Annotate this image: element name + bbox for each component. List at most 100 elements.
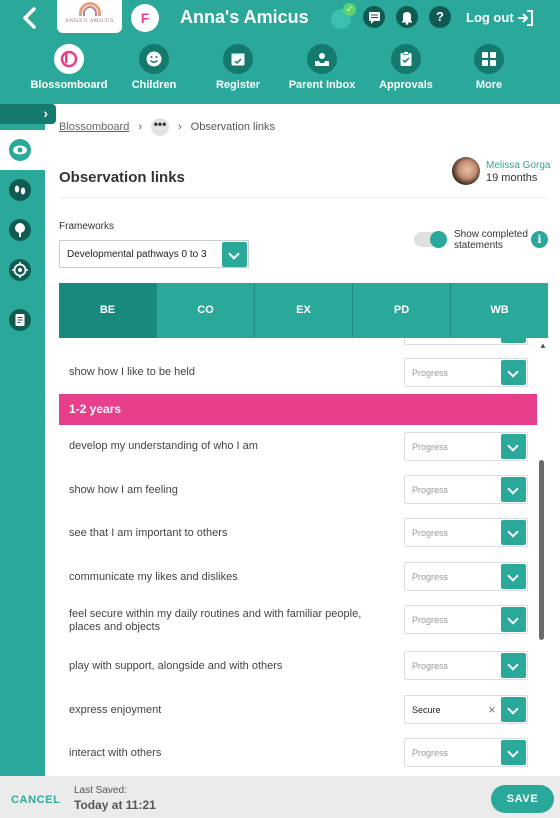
side-item-milestones[interactable]	[0, 170, 45, 210]
breadcrumb-separator: ›	[138, 121, 142, 133]
footprints-icon	[9, 179, 31, 201]
progress-select[interactable]: Progress	[404, 651, 528, 680]
side-item-observation[interactable]	[0, 130, 45, 170]
progress-select[interactable]: Secure ×	[404, 695, 528, 724]
side-item-documents[interactable]	[0, 300, 45, 340]
breadcrumb: Blossomboard › ••• › Observation links	[59, 118, 275, 136]
progress-select[interactable]: Progress	[404, 475, 528, 504]
clipboard-check-icon	[391, 44, 421, 74]
tree-icon	[9, 219, 31, 241]
scrollbar-thumb[interactable]	[539, 460, 544, 640]
show-completed-toggle[interactable]	[414, 231, 447, 248]
statement-text: develop my understanding of who I am	[69, 440, 258, 452]
chevron-down-icon[interactable]	[501, 477, 526, 502]
chevron-down-icon[interactable]	[501, 697, 526, 722]
statement-text: express enjoyment	[69, 704, 162, 716]
eye-icon	[9, 139, 31, 161]
breadcrumb-separator: ›	[178, 121, 182, 133]
inbox-icon	[307, 44, 337, 74]
clear-selection-icon[interactable]: ×	[488, 702, 496, 717]
nav-item-blossomboard[interactable]: Blossomboard	[29, 36, 109, 104]
statement-text: see that I am important to others	[69, 527, 228, 539]
help-icon[interactable]: ?	[429, 6, 451, 28]
side-item-targets[interactable]	[0, 250, 45, 290]
statement-text: feel secure within my daily routines and…	[69, 608, 362, 633]
progress-select[interactable]: Progress	[404, 605, 528, 634]
statement-text: show how I like to be held	[69, 366, 195, 378]
breadcrumb-more-button[interactable]: •••	[151, 118, 169, 136]
scroll-up-icon[interactable]: ▲	[539, 341, 547, 350]
nursery-logo[interactable]: ANNA'S AMICUS	[57, 0, 122, 33]
progress-select[interactable]	[404, 338, 528, 345]
progress-value: Progress	[412, 572, 449, 582]
breadcrumb-current: Observation links	[190, 121, 276, 133]
progress-value: Progress	[412, 661, 449, 671]
top-bar: ANNA'S AMICUS F Anna's Amicus ✓ ? Log ou…	[0, 0, 560, 36]
tab-pd[interactable]: PD	[353, 283, 451, 338]
sidebar-expand-button[interactable]: ›	[0, 104, 56, 124]
child-name[interactable]: Melissa Gorga	[486, 160, 550, 171]
age-band-label: 1-2 years	[69, 402, 122, 416]
chevron-down-icon[interactable]	[501, 740, 526, 765]
progress-value: Secure	[412, 705, 441, 715]
statement-list: show how I like to be held Progress 1-2 …	[59, 338, 537, 775]
progress-value: Progress	[412, 485, 449, 495]
document-icon	[9, 309, 31, 331]
blossomboard-icon	[54, 44, 84, 74]
chevron-down-icon[interactable]	[501, 338, 526, 343]
chevron-down-icon[interactable]	[501, 434, 526, 459]
progress-value: Progress	[412, 748, 449, 758]
nav-item-more[interactable]: More	[449, 36, 529, 104]
frameworks-select[interactable]: Developmental pathways 0 to 3	[59, 240, 249, 268]
chevron-down-icon[interactable]	[501, 360, 526, 385]
progress-value: Progress	[412, 442, 449, 452]
tab-wb[interactable]: WB	[451, 283, 548, 338]
app-title: Anna's Amicus	[180, 7, 309, 27]
cancel-button[interactable]: CANCEL	[11, 794, 60, 806]
chevron-down-icon[interactable]	[222, 242, 247, 267]
statement-text: play with support, alongside and with ot…	[69, 660, 283, 672]
nav-item-parent-inbox[interactable]: Parent Inbox	[282, 36, 362, 104]
user-avatar[interactable]: F	[131, 4, 159, 32]
chevron-down-icon[interactable]	[501, 653, 526, 678]
area-tabs: BE CO EX PD WB	[59, 283, 548, 338]
info-icon[interactable]: i	[531, 231, 548, 248]
chevron-right-icon: ›	[43, 105, 48, 121]
logout-icon[interactable]	[516, 10, 534, 26]
divider	[59, 197, 547, 198]
logo-text: ANNA'S AMICUS	[65, 18, 114, 24]
nav-item-approvals[interactable]: Approvals	[366, 36, 446, 104]
smiley-icon	[139, 44, 169, 74]
nav-item-children[interactable]: Children	[114, 36, 194, 104]
progress-select[interactable]: Progress	[404, 562, 528, 591]
nav-item-register[interactable]: Register	[198, 36, 278, 104]
chevron-down-icon[interactable]	[501, 520, 526, 545]
tab-co[interactable]: CO	[157, 283, 255, 338]
notifications-icon[interactable]	[396, 6, 418, 28]
age-band-header: 1-2 years	[59, 394, 537, 425]
tab-ex[interactable]: EX	[255, 283, 353, 338]
logout-button[interactable]: Log out	[466, 10, 514, 25]
child-age: 19 months	[486, 172, 538, 184]
progress-select[interactable]: Progress	[404, 432, 528, 461]
page-title: Observation links	[59, 169, 185, 186]
breadcrumb-root-link[interactable]: Blossomboard	[59, 121, 129, 133]
messages-icon[interactable]	[363, 6, 385, 28]
child-avatar[interactable]	[452, 157, 480, 185]
back-chevron-icon[interactable]	[20, 7, 40, 29]
show-completed-label: Show completed statements	[454, 229, 528, 251]
side-item-development[interactable]	[0, 210, 45, 250]
chevron-down-icon[interactable]	[501, 607, 526, 632]
progress-select[interactable]: Progress	[404, 738, 528, 767]
progress-select[interactable]: Progress	[404, 358, 528, 387]
side-panel	[0, 104, 45, 776]
progress-value: Progress	[412, 615, 449, 625]
statement-text: interact with others	[69, 747, 162, 759]
statement-text: show how I am feeling	[69, 484, 178, 496]
main-nav: Blossomboard Children Register Parent In…	[0, 36, 560, 104]
progress-select[interactable]: Progress	[404, 518, 528, 547]
tab-be[interactable]: BE	[59, 283, 157, 338]
target-icon	[9, 259, 31, 281]
save-button[interactable]: SAVE	[491, 785, 554, 813]
chevron-down-icon[interactable]	[501, 564, 526, 589]
